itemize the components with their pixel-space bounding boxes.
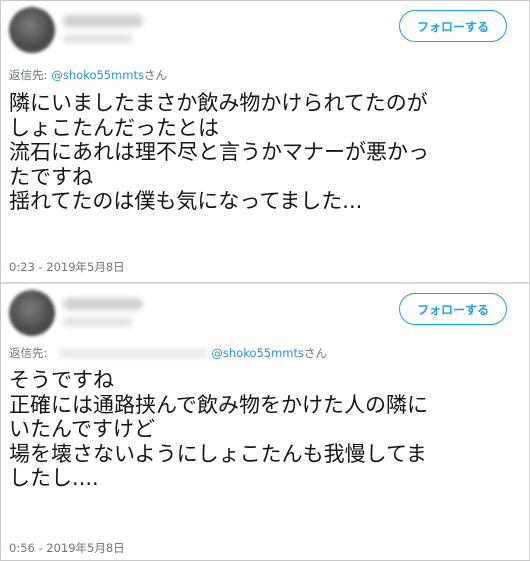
tweet-card: フォローする 返信先: @shoko55mmts さん そうですね 正確には通路… [1,284,529,560]
tweet-timestamp[interactable]: 0:23 - 2019年5月8日 [9,259,125,275]
tweet-text-line: 流石にあれは理不尽と言うかマナーが悪かっ [9,140,429,164]
tweet-text: そうですね 正確には通路挟んで飲み物をかけた人の隣に いたんですけど 場を壊さな… [9,368,428,491]
blurred-username [63,317,133,327]
screenshot-frame: フォローする 返信先: @shoko55mmts さん 隣にいましたまさか飲み物… [0,0,530,561]
tweet-text: 隣にいましたまさか飲み物かけられてたのが しょこたんだったとは 流石にあれは理不… [9,91,429,214]
reply-honorific: さん [144,68,168,82]
avatar[interactable] [9,7,55,53]
tweet-text-line: 正確には通路挟んで飲み物をかけた人の隣に [9,392,428,417]
blurred-reply-mention [59,347,208,359]
tweet-text-line: 隣にいましたまさか飲み物かけられてたのが [9,91,428,115]
tweet-text-line: 揺れてたのは僕も気になってました... [9,189,363,213]
reply-to-line: 返信先: @shoko55mmts さん [9,67,167,83]
tweet-text-line: しょこたんだったとは [9,115,219,140]
follow-button[interactable]: フォローする [399,10,507,42]
follow-button[interactable]: フォローする [399,293,507,325]
blurred-username [63,34,133,44]
tweet-text-line: 場を壊さないようにしょこたんも我慢してま [9,441,427,466]
reply-mention-link[interactable]: @shoko55mmts [211,346,304,360]
blurred-display-name [63,15,143,27]
reply-honorific: さん [304,346,328,360]
tweet-text-line: たですね [9,164,93,189]
tweet-text-line: そうですね [9,368,114,392]
tweet-timestamp[interactable]: 0:56 - 2019年5月8日 [9,540,125,556]
reply-to-label: 返信先: [9,346,48,360]
tweet-text-line: いたんですけど [9,417,155,441]
reply-to-label: 返信先: [9,68,48,82]
avatar[interactable] [9,290,55,336]
blurred-display-name [63,298,143,310]
tweet-card: フォローする 返信先: @shoko55mmts さん 隣にいましたまさか飲み物… [1,1,529,282]
tweet-text-line: したし.... [9,466,99,490]
reply-to-line: 返信先: @shoko55mmts さん [9,345,327,361]
reply-mention-link[interactable]: @shoko55mmts [51,68,144,82]
